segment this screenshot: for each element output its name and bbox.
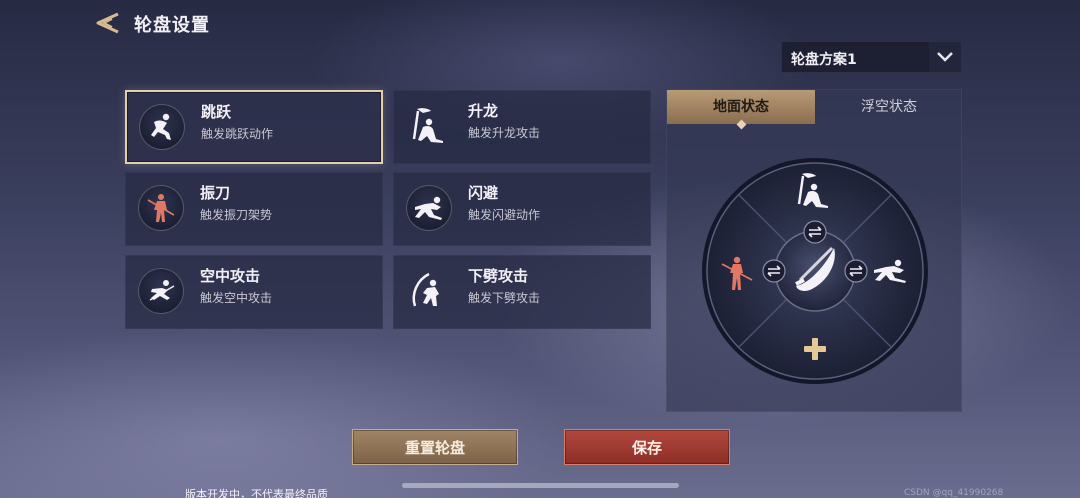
- skill-desc: 触发空中攻击: [200, 291, 273, 305]
- skill-card-rising-dragon[interactable]: 升龙 触发升龙攻击: [393, 90, 651, 164]
- skill-name: 下劈攻击: [468, 267, 529, 285]
- swap-right-button[interactable]: [844, 259, 868, 283]
- scheme-dropdown[interactable]: 轮盘方案1: [781, 41, 962, 73]
- skill-desc: 触发振刀架势: [200, 208, 273, 222]
- page-title: 轮盘设置: [134, 15, 210, 36]
- tab-label: 浮空状态: [861, 99, 917, 115]
- skill-wheel: [702, 158, 928, 384]
- save-button[interactable]: 保存: [564, 429, 730, 465]
- skill-name: 升龙: [468, 102, 499, 120]
- skill-card-air-attack[interactable]: 空中攻击 触发空中攻击: [125, 255, 383, 329]
- skill-name: 空中攻击: [200, 267, 261, 285]
- scheme-label: 轮盘方案1: [791, 52, 857, 68]
- skill-desc: 触发升龙攻击: [468, 126, 541, 140]
- dev-notice: 版本开发中，不代表最终品质: [185, 488, 328, 498]
- jump-icon: [139, 104, 185, 150]
- skill-desc: 触发下劈攻击: [468, 291, 541, 305]
- skill-card-blade-parry[interactable]: 振刀 触发振刀架势: [125, 172, 383, 246]
- swap-top-button[interactable]: [803, 220, 827, 244]
- chevron-down-icon[interactable]: [929, 42, 961, 72]
- skill-desc: 触发闪避动作: [468, 208, 541, 222]
- air-attack-icon: [138, 268, 184, 314]
- skill-name: 闪避: [468, 184, 499, 202]
- watermark: CSDN @qq_41990268: [904, 488, 1004, 498]
- downward-slash-icon: [406, 268, 452, 314]
- skill-card-downward-slash[interactable]: 下劈攻击 触发下劈攻击: [393, 255, 651, 329]
- tab-label: 地面状态: [713, 99, 769, 115]
- reset-wheel-button[interactable]: 重置轮盘: [352, 429, 518, 465]
- skill-card-jump[interactable]: 跳跃 触发跳跃动作: [125, 90, 383, 164]
- blade-parry-icon: [138, 185, 184, 231]
- rising-dragon-icon: [406, 103, 452, 149]
- tab-airborne-state[interactable]: 浮空状态: [815, 90, 963, 124]
- skill-name: 振刀: [200, 184, 231, 202]
- skill-name: 跳跃: [201, 103, 232, 121]
- active-tab-indicator: [736, 119, 747, 130]
- scrollbar[interactable]: [402, 483, 679, 488]
- back-arrow-icon: [96, 12, 119, 34]
- dodge-icon: [406, 185, 452, 231]
- tab-ground-state[interactable]: 地面状态: [667, 90, 815, 130]
- skill-card-dodge[interactable]: 闪避 触发闪避动作: [393, 172, 651, 246]
- back-button[interactable]: [92, 10, 122, 36]
- swap-left-button[interactable]: [762, 259, 786, 283]
- skill-desc: 触发跳跃动作: [201, 127, 274, 141]
